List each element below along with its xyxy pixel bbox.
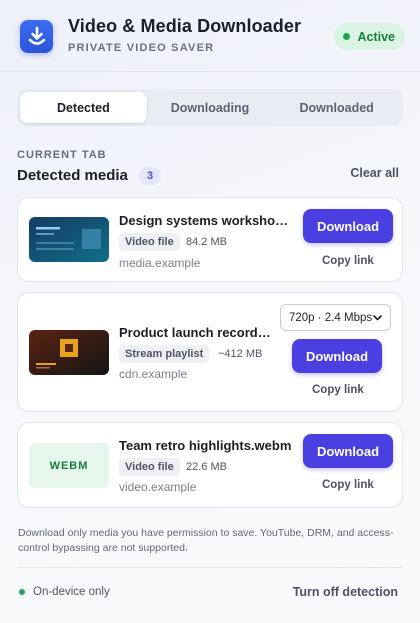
- status-dot-icon: [19, 589, 25, 595]
- app-logo-icon: [20, 20, 53, 53]
- chevron-down-icon: [373, 315, 382, 321]
- tab-downloaded[interactable]: Downloaded: [273, 92, 400, 123]
- tab-downloading[interactable]: Downloading: [147, 92, 274, 123]
- thumb-format-label: WEBM: [49, 459, 89, 472]
- app-root: Video & Media Downloader PRIVATE VIDEO S…: [0, 0, 420, 623]
- privacy-status: On-device only: [19, 586, 110, 598]
- quality-value: 720p · 2.4 Mbps: [289, 311, 373, 324]
- turn-off-detection-button[interactable]: Turn off detection: [293, 585, 398, 599]
- media-card: WEBM Team retro highlights.webm Video fi…: [17, 422, 403, 508]
- status-badge: Active: [334, 23, 405, 50]
- media-host: media.example: [119, 256, 201, 270]
- media-size: 22.6 MB: [186, 461, 227, 473]
- section-label: CURRENT TAB: [17, 149, 107, 161]
- media-size: ~412 MB: [218, 348, 263, 360]
- disclaimer-text: Download only media you have permission …: [18, 527, 394, 554]
- tab-bar: Detected Downloading Downloaded: [17, 89, 403, 126]
- media-thumbnail: [29, 330, 109, 375]
- media-host: cdn.example: [119, 367, 188, 381]
- media-card: Design systems workshop.mp4 Video file 8…: [17, 197, 403, 282]
- tab-detected[interactable]: Detected: [20, 92, 147, 123]
- download-button[interactable]: Download: [292, 339, 382, 373]
- media-thumbnail: WEBM: [29, 443, 109, 488]
- app-subtitle: PRIVATE VIDEO SAVER: [68, 42, 215, 54]
- copy-link-button[interactable]: Copy link: [312, 384, 364, 396]
- app-title: Video & Media Downloader: [68, 16, 302, 36]
- status-dot-icon: [343, 33, 351, 40]
- header: Video & Media Downloader PRIVATE VIDEO S…: [0, 0, 420, 72]
- copy-link-button[interactable]: Copy link: [322, 479, 374, 491]
- privacy-status-label: On-device only: [33, 586, 110, 598]
- count-badge: 3: [139, 167, 161, 185]
- media-type-tag: Video file: [119, 458, 180, 476]
- media-thumbnail: [29, 217, 109, 262]
- clear-all-button[interactable]: Clear all: [350, 166, 399, 180]
- media-title: Team retro highlights.webm: [119, 438, 292, 453]
- footer-divider: [17, 567, 403, 568]
- quality-select[interactable]: 720p · 2.4 Mbps: [280, 304, 391, 331]
- media-card: Product launch recording.m3u8 Stream pla…: [17, 292, 403, 412]
- media-host: video.example: [119, 480, 197, 494]
- section-title: Detected media: [17, 167, 128, 184]
- media-title: Design systems workshop.mp4: [119, 213, 294, 228]
- download-button[interactable]: Download: [303, 209, 393, 243]
- media-size: 84.2 MB: [186, 236, 227, 248]
- media-title: Product launch recording.m3u8: [119, 325, 271, 340]
- media-type-tag: Video file: [119, 233, 180, 251]
- media-type-tag: Stream playlist: [119, 345, 210, 363]
- status-label: Active: [357, 29, 395, 44]
- download-button[interactable]: Download: [303, 434, 393, 468]
- copy-link-button[interactable]: Copy link: [322, 255, 374, 267]
